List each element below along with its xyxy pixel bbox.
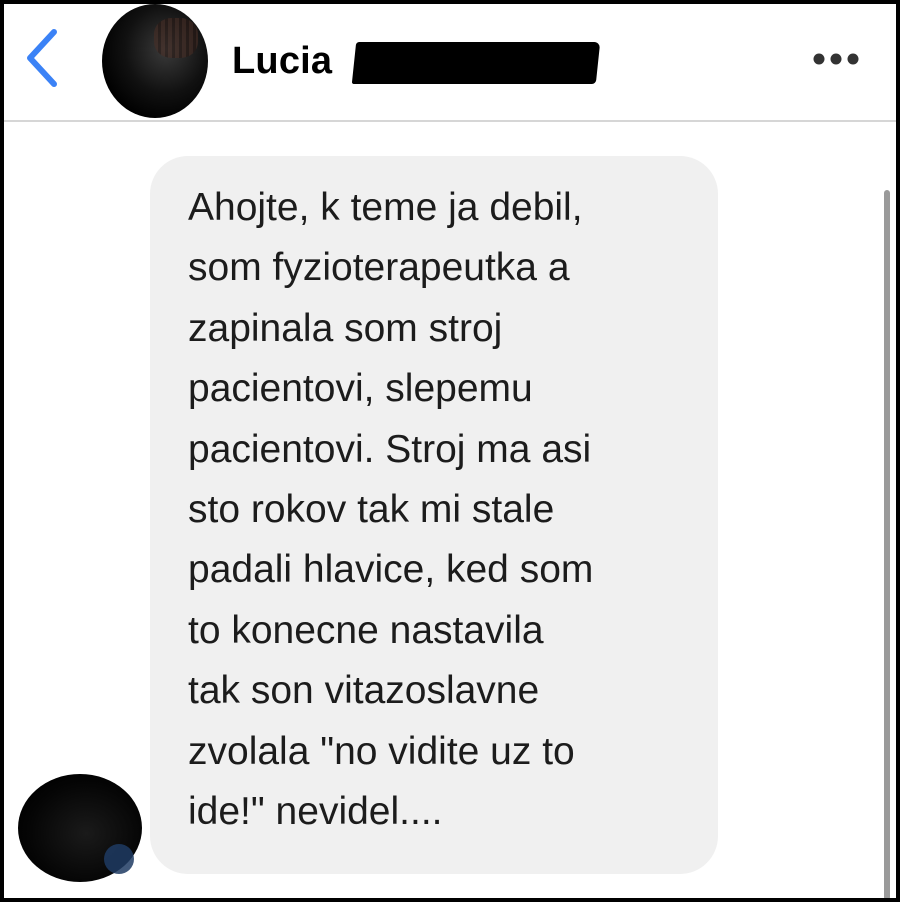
message-bubble[interactable]: Ahojte, k teme ja debil, som fyzioterape…: [150, 156, 718, 874]
name-redaction: [351, 42, 601, 84]
chevron-left-icon: [27, 29, 57, 87]
chat-header: Lucia: [4, 4, 896, 122]
scrollbar[interactable]: [884, 190, 890, 898]
back-button[interactable]: [20, 26, 64, 90]
contact-avatar[interactable]: [102, 4, 208, 118]
chat-screen: Lucia Ahojte, k teme ja debil, som fyzio…: [4, 4, 896, 898]
message-text: Ahojte, k teme ja debil, som fyzioterape…: [188, 186, 594, 834]
more-dots-icon: [813, 53, 859, 65]
more-options-button[interactable]: [808, 44, 864, 74]
messenger-icon: [104, 844, 134, 874]
contact-name[interactable]: Lucia: [232, 40, 332, 83]
